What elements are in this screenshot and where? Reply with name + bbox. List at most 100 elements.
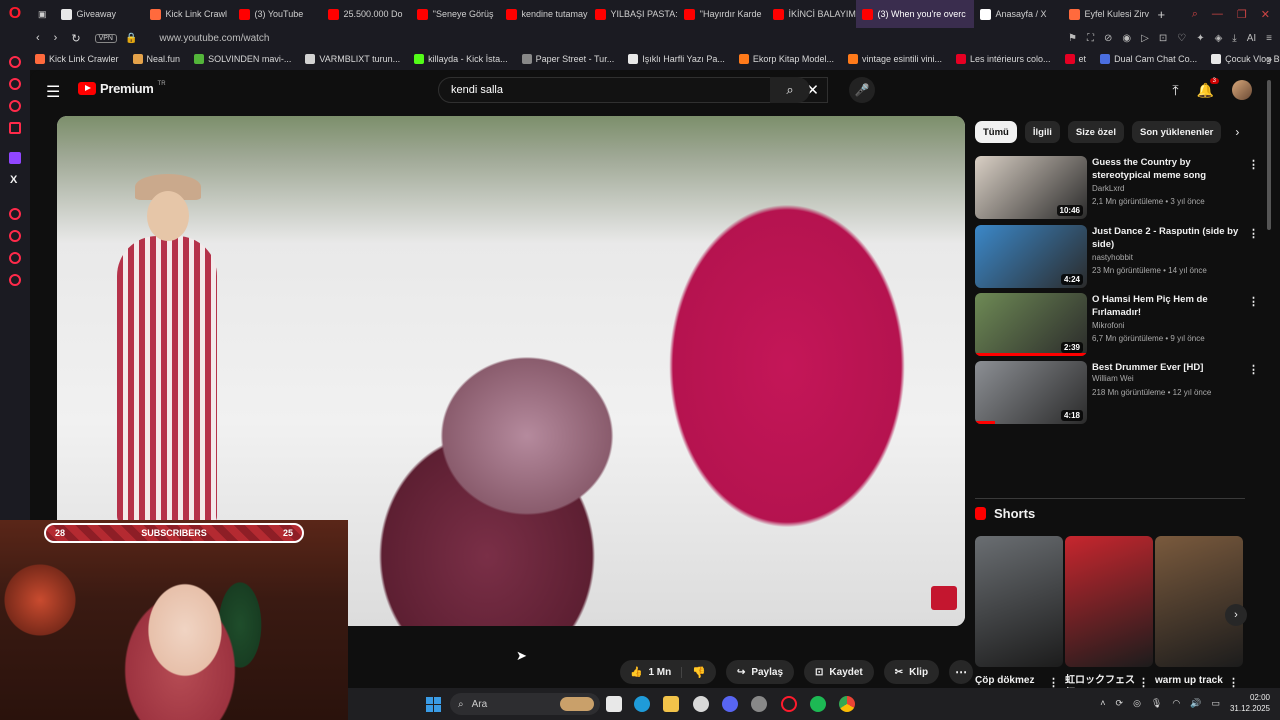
maximize-button[interactable]: ❐: [1237, 8, 1247, 21]
bookmark-icon[interactable]: ⊡: [1159, 33, 1167, 44]
short-item[interactable]: Çöp dökmez550 B görüntüleme⋮: [975, 536, 1063, 713]
browser-tab[interactable]: İKİNCİ BALAYIM: [767, 0, 856, 28]
history-icon[interactable]: [9, 230, 21, 242]
browser-tab[interactable]: kendine tutamay: [500, 0, 589, 28]
vpn-badge[interactable]: VPN: [94, 33, 117, 43]
recommendation-item[interactable]: 2:39 O Hamsi Hem Piç Hem de Fırlamadır! Mi…: [975, 293, 1265, 357]
discord-icon[interactable]: [722, 696, 738, 712]
chrome-icon[interactable]: [839, 696, 855, 712]
upload-icon[interactable]: ⤒: [1172, 82, 1178, 99]
bookmark-item[interactable]: vintage esintili vini...: [841, 54, 949, 64]
download-icon[interactable]: ⤓: [1232, 33, 1236, 44]
short-thumbnail[interactable]: [1065, 536, 1153, 667]
ai-icon[interactable]: AI: [1247, 33, 1256, 44]
channel-name[interactable]: William Wei: [1092, 374, 1134, 383]
search-tabs-icon[interactable]: ⌕: [1192, 8, 1198, 21]
video-thumbnail[interactable]: 10:46: [975, 156, 1087, 219]
close-window-button[interactable]: ✕: [1261, 8, 1270, 21]
save-button[interactable]: ⊡ Kaydet: [804, 660, 874, 684]
bookmark-item[interactable]: Kick Link Crawler: [28, 54, 126, 64]
task-view-icon[interactable]: [606, 696, 622, 712]
twitch-icon[interactable]: [9, 152, 21, 164]
taskbar-search[interactable]: ⌕ Ara: [450, 693, 600, 715]
more-bookmarks-icon[interactable]: »: [1267, 54, 1272, 64]
more-options-icon[interactable]: ⋮: [1248, 295, 1259, 308]
clip-button[interactable]: ✂ Klip: [883, 660, 940, 684]
browser-tab[interactable]: (3) YouTube: [233, 0, 322, 28]
chip-recent[interactable]: Son yüklenenler: [1131, 121, 1222, 143]
recommendation-item[interactable]: 10:46 Guess the Country by stereotypical …: [975, 156, 1265, 220]
file-explorer-icon[interactable]: [663, 696, 679, 712]
extensions-sidebar-icon[interactable]: [9, 252, 21, 264]
browser-tab[interactable]: Anasayfa / X: [974, 0, 1063, 28]
video-title[interactable]: Best Drummer Ever [HD]: [1092, 361, 1242, 374]
channel-name[interactable]: nastyhobbit: [1092, 253, 1133, 262]
more-options-icon[interactable]: ⋮: [1248, 363, 1259, 376]
camera-icon[interactable]: ◉: [1122, 33, 1131, 44]
microphone-tray-icon[interactable]: 🎙: [1151, 698, 1162, 709]
menu-icon[interactable]: ≡: [1266, 33, 1272, 44]
dislike-button[interactable]: 👎: [682, 666, 716, 679]
clock[interactable]: 02:00 31.12.2025: [1230, 692, 1270, 714]
heart-icon[interactable]: ♡: [1177, 33, 1186, 44]
browser-tab[interactable]: Giveaway: [55, 0, 144, 28]
reload-button[interactable]: ↻: [71, 32, 80, 45]
more-options-icon[interactable]: ⋮: [1248, 158, 1259, 171]
video-title[interactable]: Guess the Country by stereotypical meme …: [1092, 156, 1242, 182]
notifications-bell-icon[interactable]: 🔔 3: [1197, 77, 1219, 99]
share-button[interactable]: ↪ Paylaş: [725, 660, 795, 684]
avatar[interactable]: [1232, 80, 1252, 100]
bookmark-item[interactable]: Işıklı Harfli Yazı Pa...: [621, 54, 732, 64]
messenger-icon[interactable]: [9, 100, 21, 112]
page-scrollbar[interactable]: [1266, 80, 1272, 680]
bookmark-item[interactable]: Neal.fun: [126, 54, 188, 64]
youtube-premium-logo[interactable]: Premium TR: [78, 81, 166, 96]
short-thumbnail[interactable]: [975, 536, 1063, 667]
bookmark-item[interactable]: Paper Street - Tur...: [515, 54, 622, 64]
chip-for-you[interactable]: Size özel: [1067, 121, 1124, 143]
recommendation-item[interactable]: 4:18 Best Drummer Ever [HD] William Wei 218…: [975, 361, 1265, 425]
short-thumbnail[interactable]: [1155, 536, 1243, 667]
bookmark-item[interactable]: Les intérieurs colo...: [949, 54, 1058, 64]
shopping-icon[interactable]: [9, 78, 21, 90]
chip-all[interactable]: Tümü: [975, 121, 1017, 143]
network-icon[interactable]: ◎: [1133, 698, 1141, 709]
video-thumbnail[interactable]: 4:24: [975, 225, 1087, 288]
steam-icon[interactable]: [693, 696, 709, 712]
extensions-icon[interactable]: ✦: [1196, 33, 1204, 44]
hamburger-menu-icon[interactable]: ☰: [46, 82, 60, 102]
bookmark-item[interactable]: Dual Cam Chat Co...: [1093, 54, 1204, 64]
opera-logo-icon[interactable]: O: [0, 5, 30, 23]
edge-icon[interactable]: [634, 696, 650, 712]
channel-name[interactable]: Mikrofoni: [1092, 321, 1124, 330]
voice-search-button[interactable]: 🎤: [849, 77, 875, 103]
shorts-next-button[interactable]: ›: [1225, 604, 1247, 626]
sync-icon[interactable]: ⟳: [1116, 698, 1124, 709]
opera-gx-icon[interactable]: [781, 696, 797, 712]
minimize-button[interactable]: —: [1212, 8, 1223, 21]
recommendation-item[interactable]: 4:24 Just Dance 2 - Rasputin (side by sid…: [975, 225, 1265, 289]
subscribe-watermark-icon[interactable]: [931, 586, 957, 610]
chevron-up-icon[interactable]: ˄: [1100, 698, 1105, 708]
player-icon[interactable]: ▷: [1141, 33, 1149, 44]
like-button[interactable]: 👍 1 Mn: [620, 666, 683, 678]
shield-icon[interactable]: ◈: [1215, 33, 1223, 44]
browser-tab[interactable]: ''Hayırdır Karde: [678, 0, 767, 28]
extension-icon[interactable]: ⚑: [1068, 33, 1077, 44]
more-actions-button[interactable]: ⋯: [949, 660, 974, 684]
battery-icon[interactable]: ▭: [1211, 698, 1220, 709]
chevron-right-icon[interactable]: ›: [1235, 125, 1239, 139]
video-thumbnail[interactable]: 4:18: [975, 361, 1087, 424]
adblock-icon[interactable]: ⊘: [1104, 33, 1112, 44]
url-field[interactable]: www.youtube.com/watch: [159, 33, 269, 44]
music-icon[interactable]: [9, 122, 21, 134]
video-title[interactable]: Just Dance 2 - Rasputin (side by side): [1092, 225, 1242, 251]
bookmark-item[interactable]: SOLVINDEN mavi-...: [187, 54, 298, 64]
browser-tab[interactable]: (3) When you're overc: [855, 0, 974, 28]
aria-icon[interactable]: [9, 56, 21, 68]
forward-button[interactable]: ›: [54, 32, 58, 45]
new-tab-button[interactable]: +: [1152, 0, 1172, 28]
tab-overview-icon[interactable]: ▣: [30, 0, 55, 28]
bookmark-item[interactable]: et: [1058, 54, 1094, 64]
browser-tab[interactable]: Eyfel Kulesi Zirv: [1063, 0, 1152, 28]
